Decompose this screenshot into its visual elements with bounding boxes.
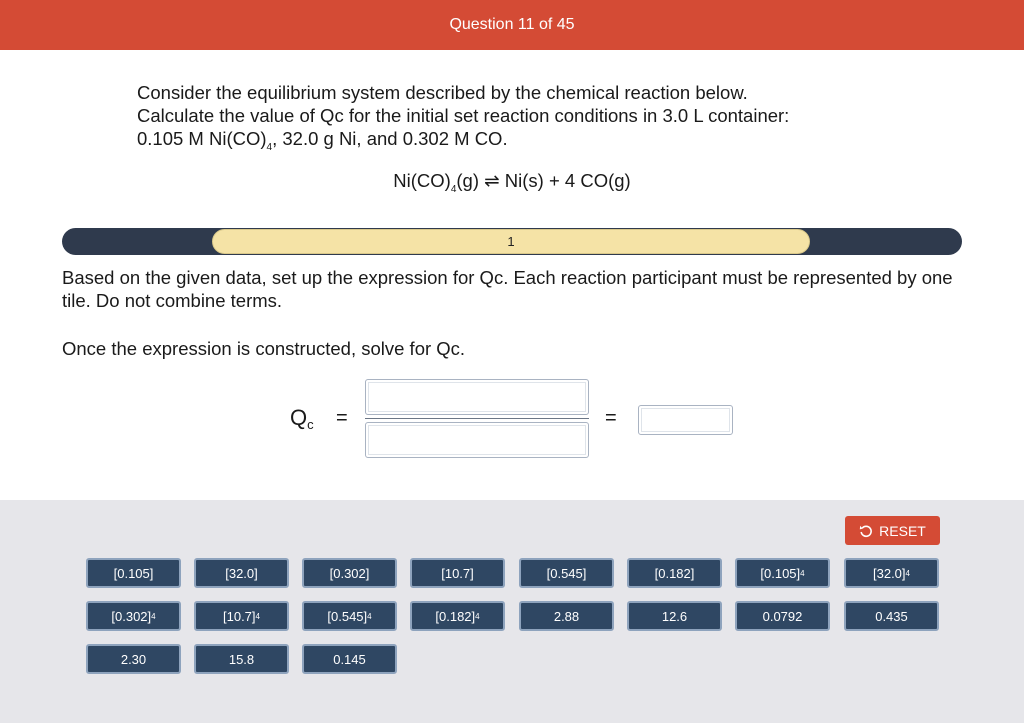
answer-tile[interactable]: 12.6 — [627, 601, 722, 631]
problem-statement: Consider the equilibrium system describe… — [137, 81, 897, 159]
chemical-reaction: Ni(CO)4(g) ⇌ Ni(s) + 4 CO(g) — [393, 170, 631, 195]
progress-step[interactable]: 1 — [212, 229, 810, 254]
answer-tile[interactable]: [0.545] — [519, 558, 614, 588]
question-counter: Question 11 of 45 — [449, 16, 575, 33]
answer-tile[interactable]: [32.0] — [194, 558, 289, 588]
answer-tile[interactable]: 15.8 — [194, 644, 289, 674]
instruction-setup: Based on the given data, set up the expr… — [62, 267, 953, 311]
instruction-solve: Once the expression is constructed, solv… — [62, 338, 466, 359]
reset-button[interactable]: RESET — [845, 516, 940, 545]
numerator-drop-zone[interactable] — [365, 379, 589, 415]
equals-sign-answer: = — [605, 407, 617, 429]
answer-tile[interactable]: [10.7] — [410, 558, 505, 588]
qc-symbol: Qc — [290, 405, 314, 432]
answer-tile[interactable]: 2.88 — [519, 601, 614, 631]
answer-tile[interactable]: [0.105] 4 — [735, 558, 830, 588]
answer-tile[interactable]: 0.145 — [302, 644, 397, 674]
answer-tile[interactable]: 0.435 — [844, 601, 939, 631]
answer-tile[interactable]: [0.105] — [86, 558, 181, 588]
answer-tile[interactable]: [0.302] 4 — [86, 601, 181, 631]
answer-tile[interactable]: [32.0] 4 — [844, 558, 939, 588]
answer-tile[interactable]: [0.182] 4 — [410, 601, 505, 631]
denominator-drop-zone[interactable] — [365, 422, 589, 458]
answer-tile[interactable]: 0.0792 — [735, 601, 830, 631]
instructions: Based on the given data, set up the expr… — [62, 266, 962, 360]
answer-tile[interactable]: 2.30 — [86, 644, 181, 674]
answer-drop-zone[interactable] — [638, 405, 733, 435]
problem-line-1: Consider the equilibrium system describe… — [137, 82, 748, 103]
fraction-bar — [365, 418, 589, 419]
step-number: 1 — [507, 234, 515, 249]
header-bar: Question 11 of 45 — [0, 0, 1024, 50]
answer-tile[interactable]: [0.545] 4 — [302, 601, 397, 631]
answer-tile[interactable]: [0.182] — [627, 558, 722, 588]
answer-tile[interactable]: [10.7] 4 — [194, 601, 289, 631]
reset-label: RESET — [879, 522, 926, 539]
answer-tile[interactable]: [0.302] — [302, 558, 397, 588]
equals-sign: = — [336, 407, 348, 429]
problem-line-2: Calculate the value of Qc for the initia… — [137, 105, 790, 126]
undo-icon — [859, 524, 873, 538]
problem-line-3: 0.105 M Ni(CO)4, 32.0 g Ni, and 0.302 M … — [137, 128, 508, 153]
